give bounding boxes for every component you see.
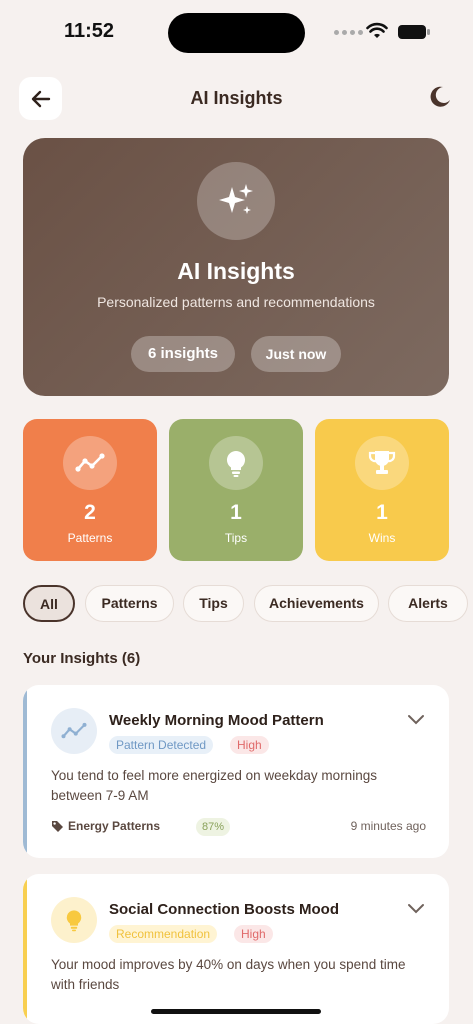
priority-badge: High <box>234 925 273 943</box>
home-indicator <box>151 1009 321 1014</box>
insight-title: Weekly Morning Mood Pattern <box>109 712 324 729</box>
insights-count-pill: 6 insights <box>131 336 235 372</box>
filter-chip-tips[interactable]: Tips <box>183 585 244 622</box>
section-title: Your Insights (6) <box>23 650 141 667</box>
status-bar: 11:52 <box>0 0 473 60</box>
insight-footer: Energy Patterns 87% 9 minutes ago <box>51 818 426 836</box>
insight-title: Social Connection Boosts Mood <box>109 901 340 918</box>
sparkles-icon <box>197 162 275 240</box>
filter-chip-achievements[interactable]: Achievements <box>254 585 379 622</box>
trophy-icon <box>355 436 409 490</box>
signal-icon <box>334 30 363 35</box>
stat-value: 1 <box>376 501 388 524</box>
confidence-badge: 87% <box>196 818 231 836</box>
page-title: AI Insights <box>190 88 283 108</box>
tag-icon <box>52 821 63 832</box>
dynamic-island <box>168 13 305 53</box>
insight-card[interactable]: Social Connection Boosts Mood Recommenda… <box>23 874 449 1024</box>
hero-subtitle: Personalized patterns and recommendation… <box>97 294 375 310</box>
card-accent-bar <box>23 685 27 858</box>
moon-icon <box>430 86 450 107</box>
insight-description: You tend to feel more energized on weekd… <box>51 768 377 803</box>
trend-line-icon <box>63 436 117 490</box>
stat-card-tips[interactable]: 1 Tips <box>169 419 303 561</box>
insight-description: Your mood improves by 40% on days when y… <box>51 957 406 992</box>
stat-value: 2 <box>84 501 96 524</box>
stat-card-wins[interactable]: 1 Wins <box>315 419 449 561</box>
battery-icon <box>398 25 430 39</box>
filter-chip-patterns[interactable]: Patterns <box>85 585 174 622</box>
filter-chip-alerts[interactable]: Alerts <box>388 585 468 622</box>
filter-chip-all[interactable]: All <box>23 585 75 622</box>
chevron-down-icon[interactable] <box>407 902 425 914</box>
chevron-down-icon[interactable] <box>407 713 425 725</box>
insight-type-badge: Recommendation <box>109 925 218 943</box>
wifi-icon <box>366 22 388 38</box>
theme-toggle-button[interactable] <box>424 82 454 112</box>
stat-label: Tips <box>224 531 248 545</box>
updated-time-pill: Just now <box>251 336 341 372</box>
card-accent-bar <box>23 874 27 1024</box>
insight-type-badge: Pattern Detected <box>109 736 214 754</box>
insight-card[interactable]: Weekly Morning Mood Pattern Pattern Dete… <box>23 685 449 858</box>
stat-label: Wins <box>368 531 396 545</box>
stat-label: Patterns <box>67 531 113 545</box>
hero-title: AI Insights <box>177 258 295 284</box>
stat-value: 1 <box>230 501 242 524</box>
insight-category: Energy Patterns <box>68 819 161 833</box>
insight-timestamp: 9 minutes ago <box>350 819 426 833</box>
priority-badge: High <box>230 736 269 754</box>
header: AI Insights <box>0 76 473 120</box>
lightbulb-icon <box>51 897 97 943</box>
status-time: 11:52 <box>64 20 115 42</box>
trend-line-icon <box>51 708 97 754</box>
filter-chips: All Patterns Tips Achievements Alerts <box>23 585 473 623</box>
hero-banner: AI Insights Personalized patterns and re… <box>23 138 449 396</box>
lightbulb-icon <box>209 436 263 490</box>
stat-card-patterns[interactable]: 2 Patterns <box>23 419 157 561</box>
